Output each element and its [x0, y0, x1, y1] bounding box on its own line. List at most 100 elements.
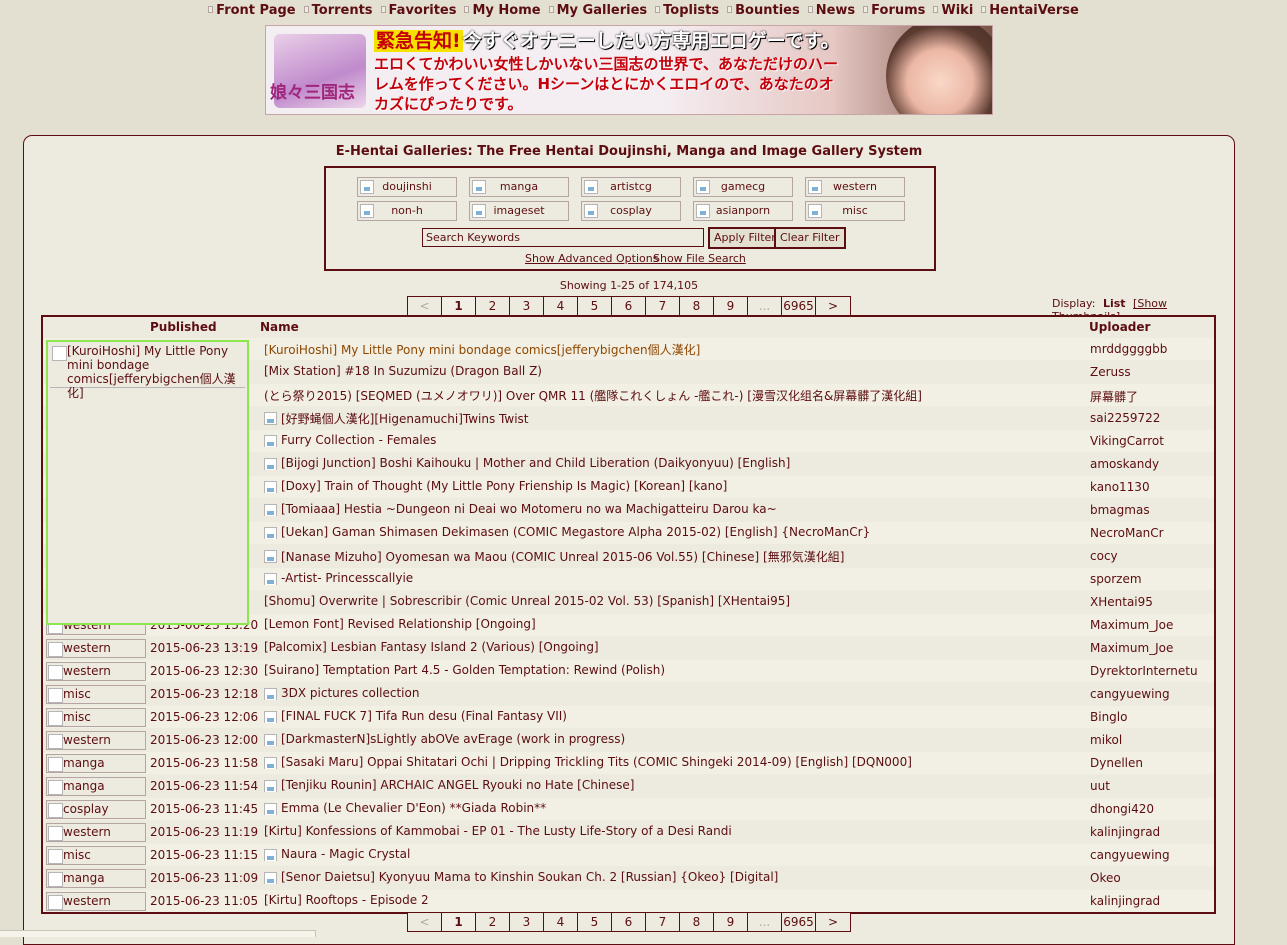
- category-button-imageset[interactable]: imageset: [469, 201, 569, 221]
- torrent-icon[interactable]: [264, 711, 277, 723]
- gallery-title-link[interactable]: [Tenjiku Rounin] ARCHAIC ANGEL Ryouki no…: [264, 778, 1084, 792]
- category-image[interactable]: cosplay: [46, 800, 146, 819]
- category-button-doujinshi[interactable]: doujinshi: [357, 177, 457, 197]
- category-image[interactable]: manga: [46, 754, 146, 773]
- uploader-link[interactable]: NecroManCr: [1090, 526, 1164, 540]
- torrent-icon[interactable]: [264, 550, 277, 563]
- category-button-non-h[interactable]: non-h: [357, 201, 457, 221]
- gallery-title-link[interactable]: [DarkmasterN]sLightly abOVe avErage (wor…: [264, 732, 1084, 746]
- uploader-link[interactable]: Binglo: [1090, 710, 1127, 724]
- pager-top-page-4[interactable]: 4: [544, 297, 578, 315]
- torrent-icon[interactable]: [264, 780, 277, 792]
- pager-top-page-9[interactable]: 9: [714, 297, 748, 315]
- pager-bottom-page-6[interactable]: 6: [612, 913, 646, 931]
- gallery-title-link[interactable]: [Kirtu] Konfessions of Kammobai - EP 01 …: [264, 824, 1084, 838]
- gallery-title-link[interactable]: [Suirano] Temptation Part 4.5 - Golden T…: [264, 663, 1084, 677]
- torrent-icon[interactable]: [264, 481, 277, 493]
- gallery-title-link[interactable]: [Nanase Mizuho] Oyomesan wa Maou (COMIC …: [264, 548, 1084, 565]
- pager-top-page-8[interactable]: 8: [680, 297, 714, 315]
- gallery-title-link[interactable]: [Senor Daietsu] Kyonyuu Mama to Kinshin …: [264, 870, 1084, 884]
- category-button-artistcg[interactable]: artistcg: [581, 177, 681, 197]
- gallery-title-link[interactable]: [好野蝇個人漢化][Higenamuchi]Twins Twist: [264, 410, 1084, 427]
- category-image[interactable]: misc: [46, 846, 146, 865]
- nav-link-bounties[interactable]: Bounties: [727, 3, 800, 18]
- nav-link-front-page[interactable]: Front Page: [208, 3, 296, 18]
- uploader-link[interactable]: VikingCarrot: [1090, 434, 1164, 448]
- category-image[interactable]: western: [46, 639, 146, 658]
- pager-bottom-page-1[interactable]: 1: [442, 913, 476, 931]
- gallery-title-link[interactable]: [Kirtu] Rooftops - Episode 2: [264, 893, 1084, 907]
- clear-filter-button[interactable]: Clear Filter: [774, 227, 846, 249]
- pager-top-last-page[interactable]: 6965: [782, 297, 816, 315]
- gallery-title-link[interactable]: (とら祭り2015) [SEQMED (ユメノオワリ)] Over QMR 11…: [264, 387, 1084, 404]
- gallery-title-link[interactable]: [Tomiaaa] Hestia ~Dungeon ni Deai wo Mot…: [264, 502, 1084, 516]
- uploader-link[interactable]: mikol: [1090, 733, 1122, 747]
- gallery-title-link[interactable]: Naura - Magic Crystal: [264, 847, 1084, 861]
- category-button-cosplay[interactable]: cosplay: [581, 201, 681, 221]
- pager-bottom-page-4[interactable]: 4: [544, 913, 578, 931]
- nav-link-torrents[interactable]: Torrents: [303, 3, 373, 18]
- nav-link-hentaiverse[interactable]: HentaiVerse: [981, 3, 1079, 18]
- column-header-published[interactable]: Published: [150, 320, 217, 334]
- gallery-title-link[interactable]: [Shomu] Overwrite | Sobrescribir (Comic …: [264, 594, 1084, 608]
- uploader-link[interactable]: Okeo: [1090, 871, 1121, 885]
- show-advanced-options-link[interactable]: Show Advanced Options: [525, 252, 658, 265]
- pager-bottom-page-5[interactable]: 5: [578, 913, 612, 931]
- nav-link-my-home[interactable]: My Home: [464, 3, 541, 18]
- pager-bottom-page-9[interactable]: 9: [714, 913, 748, 931]
- pager-bottom-last-page[interactable]: 6965: [782, 913, 816, 931]
- gallery-title-link[interactable]: [Uekan] Gaman Shimasen Dekimasen (COMIC …: [264, 525, 1084, 539]
- uploader-link[interactable]: kano1130: [1090, 480, 1150, 494]
- torrent-icon[interactable]: [264, 458, 277, 470]
- pager-top-page-2[interactable]: 2: [476, 297, 510, 315]
- show-file-search-link[interactable]: Show File Search: [653, 252, 746, 265]
- pager-bottom-page-7[interactable]: 7: [646, 913, 680, 931]
- gallery-title-link[interactable]: -Artist- Princesscallyie: [264, 571, 1084, 585]
- search-input[interactable]: [422, 228, 704, 247]
- uploader-link[interactable]: kalinjingrad: [1090, 825, 1160, 839]
- category-image[interactable]: western: [46, 731, 146, 750]
- uploader-link[interactable]: sporzem: [1090, 572, 1142, 586]
- category-image[interactable]: misc: [46, 685, 146, 704]
- pager-bottom-page-2[interactable]: 2: [476, 913, 510, 931]
- category-button-asianporn[interactable]: asianporn: [693, 201, 793, 221]
- gallery-title-link[interactable]: Furry Collection - Females: [264, 433, 1084, 447]
- torrent-icon[interactable]: [264, 849, 277, 861]
- nav-link-my-galleries[interactable]: My Galleries: [548, 3, 647, 18]
- column-header-name[interactable]: Name: [260, 320, 299, 334]
- pager-bottom-page-3[interactable]: 3: [510, 913, 544, 931]
- torrent-icon[interactable]: [264, 803, 277, 815]
- gallery-title-link[interactable]: [Doxy] Train of Thought (My Little Pony …: [264, 479, 1084, 493]
- category-image[interactable]: western: [46, 892, 146, 911]
- gallery-title-link[interactable]: [Mix Station] #18 In Suzumizu (Dragon Ba…: [264, 364, 1084, 378]
- torrent-icon[interactable]: [264, 573, 277, 585]
- nav-link-favorites[interactable]: Favorites: [380, 3, 456, 18]
- torrent-icon[interactable]: [264, 527, 277, 539]
- banner-ad[interactable]: 娘々三国志 緊急告知! 今すぐオナニーしたい方専用エロゲーです。 エロくてかわいい…: [265, 25, 993, 115]
- pager-top-next-button[interactable]: >: [816, 297, 850, 315]
- uploader-link[interactable]: uut: [1090, 779, 1110, 793]
- torrent-icon[interactable]: [264, 757, 277, 769]
- uploader-link[interactable]: XHentai95: [1090, 595, 1153, 609]
- torrent-icon[interactable]: [264, 412, 277, 425]
- category-image[interactable]: manga: [46, 777, 146, 796]
- uploader-link[interactable]: 屏幕髒了: [1090, 388, 1138, 405]
- uploader-link[interactable]: dhongi420: [1090, 802, 1154, 816]
- category-button-gamecg[interactable]: gamecg: [693, 177, 793, 197]
- apply-filter-button[interactable]: Apply Filter: [708, 227, 782, 249]
- torrent-icon[interactable]: [264, 504, 277, 516]
- category-image[interactable]: western: [46, 662, 146, 681]
- column-header-uploader[interactable]: Uploader: [1089, 320, 1150, 334]
- uploader-link[interactable]: cocy: [1090, 549, 1118, 563]
- uploader-link[interactable]: cangyuewing: [1090, 848, 1170, 862]
- category-image[interactable]: western: [46, 823, 146, 842]
- uploader-link[interactable]: cangyuewing: [1090, 687, 1170, 701]
- uploader-link[interactable]: bmagmas: [1090, 503, 1150, 517]
- torrent-icon[interactable]: [264, 688, 277, 700]
- category-button-western[interactable]: western: [805, 177, 905, 197]
- pager-bottom-next-button[interactable]: >: [816, 913, 850, 931]
- nav-link-wiki[interactable]: Wiki: [933, 3, 973, 18]
- pager-top-page-1[interactable]: 1: [442, 297, 476, 315]
- uploader-link[interactable]: mrddggggbb: [1090, 342, 1167, 356]
- nav-link-toplists[interactable]: Toplists: [655, 3, 719, 18]
